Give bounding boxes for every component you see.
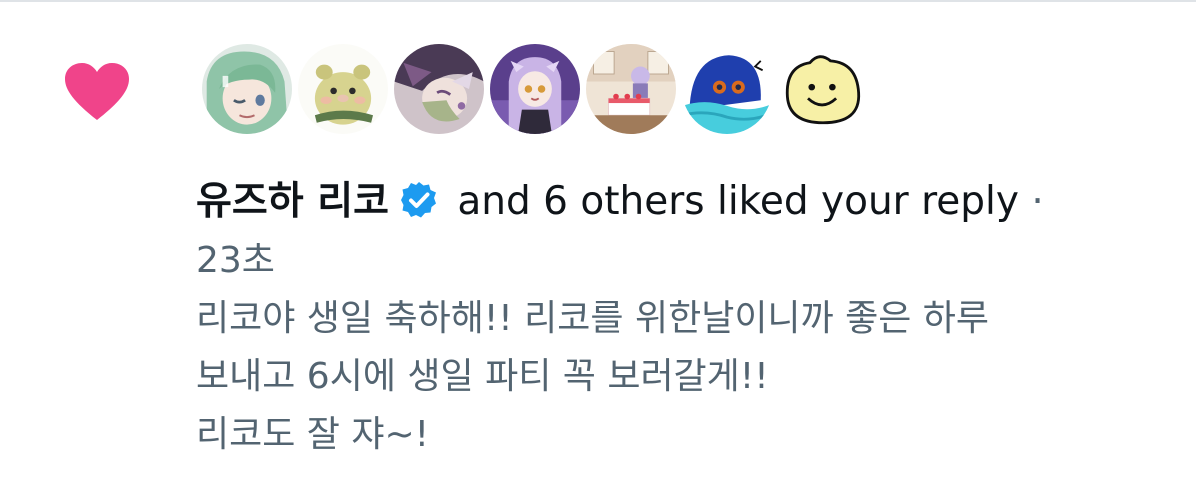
- reply-line: 보내고 6시에 생일 파티 꼭 보러갈게!!: [196, 356, 769, 397]
- timestamp[interactable]: 23초: [196, 232, 275, 290]
- verified-badge-icon: [399, 178, 439, 218]
- reply-line: 리코야 생일 축하해!! 리코를 위한날이니까 좋은 하루: [196, 298, 990, 339]
- reply-line: 리코도 잘 쟈~!: [196, 414, 430, 455]
- like-notification-line: 유즈하 리코 and 6 others liked your reply ·: [196, 172, 1176, 232]
- avatar-purple-bow-character-icon[interactable]: [391, 41, 487, 137]
- avatar-yellow-smiley-icon[interactable]: [775, 41, 871, 137]
- separator-dot: ·: [1031, 179, 1044, 224]
- avatar-blue-creature-icon[interactable]: [679, 41, 775, 137]
- display-name[interactable]: 유즈하 리코: [196, 179, 389, 224]
- reply-preview-text[interactable]: 리코야 생일 축하해!! 리코를 위한날이니까 좋은 하루 보내고 6시에 생일…: [196, 290, 1186, 464]
- heart-icon: [64, 62, 130, 122]
- notification-action-text: and 6 others liked your reply: [457, 179, 1019, 224]
- avatar-green-hair-girl-icon[interactable]: [199, 41, 295, 137]
- avatar-purple-hair-girl-icon[interactable]: [487, 41, 583, 137]
- top-divider: [0, 0, 1196, 2]
- avatar-hamster-icon[interactable]: [295, 41, 391, 137]
- avatar-birthday-cake-room-icon[interactable]: [583, 41, 679, 137]
